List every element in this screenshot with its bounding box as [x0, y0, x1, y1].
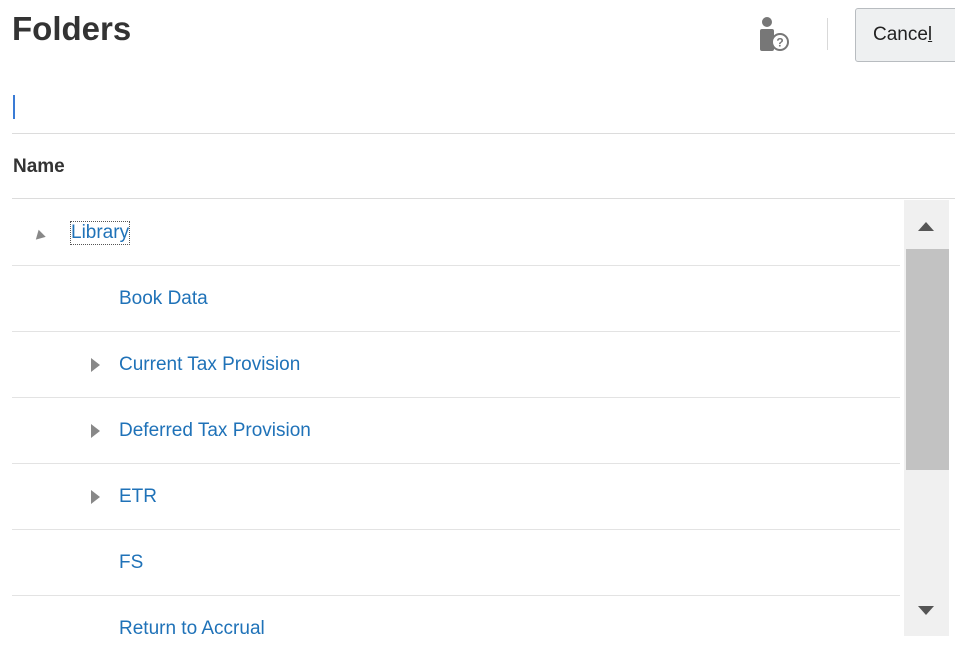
scroll-down-icon[interactable]	[918, 606, 934, 615]
tree-row-label[interactable]: Book Data	[119, 288, 208, 310]
vertical-scrollbar[interactable]	[904, 200, 949, 636]
tree-row-label[interactable]: FS	[119, 552, 143, 574]
tree-row-deferred-tax-provision[interactable]: Deferred Tax Provision	[12, 398, 900, 464]
collapsed-triangle-icon[interactable]	[91, 423, 100, 438]
tree-row-label[interactable]: Deferred Tax Provision	[119, 420, 311, 442]
collapsed-triangle-icon[interactable]	[91, 357, 100, 372]
cancel-label: Cance	[873, 24, 928, 45]
tree-row-book-data[interactable]: Book Data	[12, 266, 900, 332]
tree-row-fs[interactable]: FS	[12, 530, 900, 596]
header-divider	[12, 198, 955, 199]
toolbar-separator	[827, 18, 828, 50]
collapsed-triangle-icon[interactable]	[91, 489, 100, 504]
cancel-button[interactable]: Cancel	[855, 8, 955, 62]
svg-text:?: ?	[776, 36, 783, 50]
tree-row-etr[interactable]: ETR	[12, 464, 900, 530]
tree-row-return-to-accrual[interactable]: Return to Accrual	[12, 596, 900, 661]
tree-row-library[interactable]: Library	[12, 200, 900, 266]
divider	[12, 133, 955, 134]
tree-row-label[interactable]: Return to Accrual	[119, 618, 265, 640]
scroll-up-icon[interactable]	[918, 222, 934, 231]
text-cursor	[13, 95, 15, 119]
cancel-accesskey: l	[927, 24, 933, 45]
expanded-triangle-icon[interactable]	[32, 229, 46, 243]
tree-row-label[interactable]: Library	[69, 220, 131, 245]
tree-row-label[interactable]: ETR	[119, 486, 157, 508]
tree-row-label[interactable]: Current Tax Provision	[119, 354, 300, 376]
folder-tree: Library Book Data Current Tax Provision …	[12, 200, 900, 661]
scrollbar-thumb[interactable]	[906, 249, 949, 470]
column-header-name[interactable]: Name	[13, 156, 65, 178]
page-title: Folders	[12, 10, 132, 47]
user-help-icon[interactable]: ?	[758, 16, 790, 54]
tree-row-current-tax-provision[interactable]: Current Tax Provision	[12, 332, 900, 398]
